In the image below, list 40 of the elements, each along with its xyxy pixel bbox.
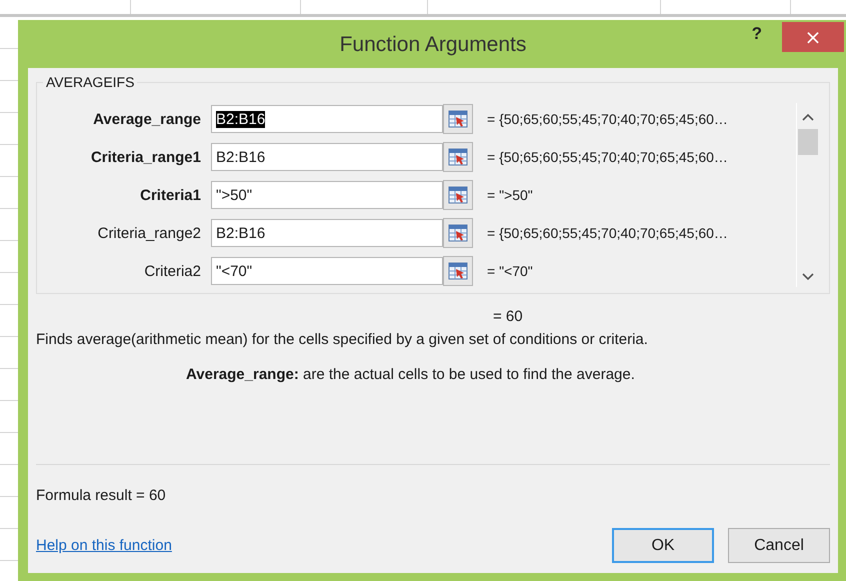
input-field[interactable]: "<70" [211, 257, 443, 285]
function-result: = 60 [493, 308, 523, 325]
collapse-button[interactable] [443, 104, 473, 134]
range-picker-icon [448, 262, 468, 280]
input-field[interactable]: B2:B16 [211, 219, 443, 247]
collapse-button[interactable] [443, 180, 473, 210]
argument-result: = {50;65;60;55;45;70;40;70;65;45;60… [486, 225, 728, 241]
cancel-button[interactable]: Cancel [728, 528, 830, 563]
input-field[interactable]: ">50" [211, 181, 443, 209]
range-picker-icon [448, 186, 468, 204]
argument-result: = {50;65;60;55;45;70;40;70;65;45;60… [486, 149, 728, 165]
argument-result: = "<70" [486, 263, 533, 279]
collapse-button[interactable] [443, 142, 473, 172]
window-title: Function Arguments [340, 32, 526, 57]
argument-label: Criteria1 [139, 186, 202, 204]
range-picker-icon [448, 110, 468, 128]
argument-label: Criteria2 [143, 262, 202, 280]
argument-description: Average_range: are the actual cells to be used to find the average. [186, 366, 636, 383]
scroll-thumb[interactable] [798, 129, 818, 155]
help-link[interactable]: Help on this function [36, 537, 172, 554]
ok-button[interactable]: OK [612, 528, 714, 563]
scrollbar[interactable] [796, 103, 819, 287]
scroll-down-icon[interactable] [802, 273, 814, 281]
collapse-button[interactable] [443, 218, 473, 248]
input-field[interactable]: B2:B16 [211, 143, 443, 171]
function-name: AVERAGEIFS [43, 74, 138, 90]
function-description: Finds average(arithmetic mean) for the cells specified by a given set of conditions or criteria. [36, 331, 649, 348]
collapse-button[interactable] [443, 256, 473, 286]
formula-result: Formula result = 60 [36, 487, 167, 504]
range-picker-icon [448, 148, 468, 166]
argument-label: Criteria_range2 [96, 224, 202, 242]
close-button[interactable]: × [782, 22, 844, 52]
argument-result: = ">50" [486, 187, 533, 203]
argument-label: Criteria_range1 [90, 148, 202, 166]
help-button[interactable]: ? [746, 24, 768, 44]
input-field[interactable]: B2:B16 [211, 105, 443, 133]
argument-label: Average_range [92, 110, 202, 128]
argument-result: = {50;65;60;55;45;70;40;70;65;45;60… [486, 111, 728, 127]
range-picker-icon [448, 224, 468, 242]
scroll-up-icon[interactable] [802, 113, 814, 121]
